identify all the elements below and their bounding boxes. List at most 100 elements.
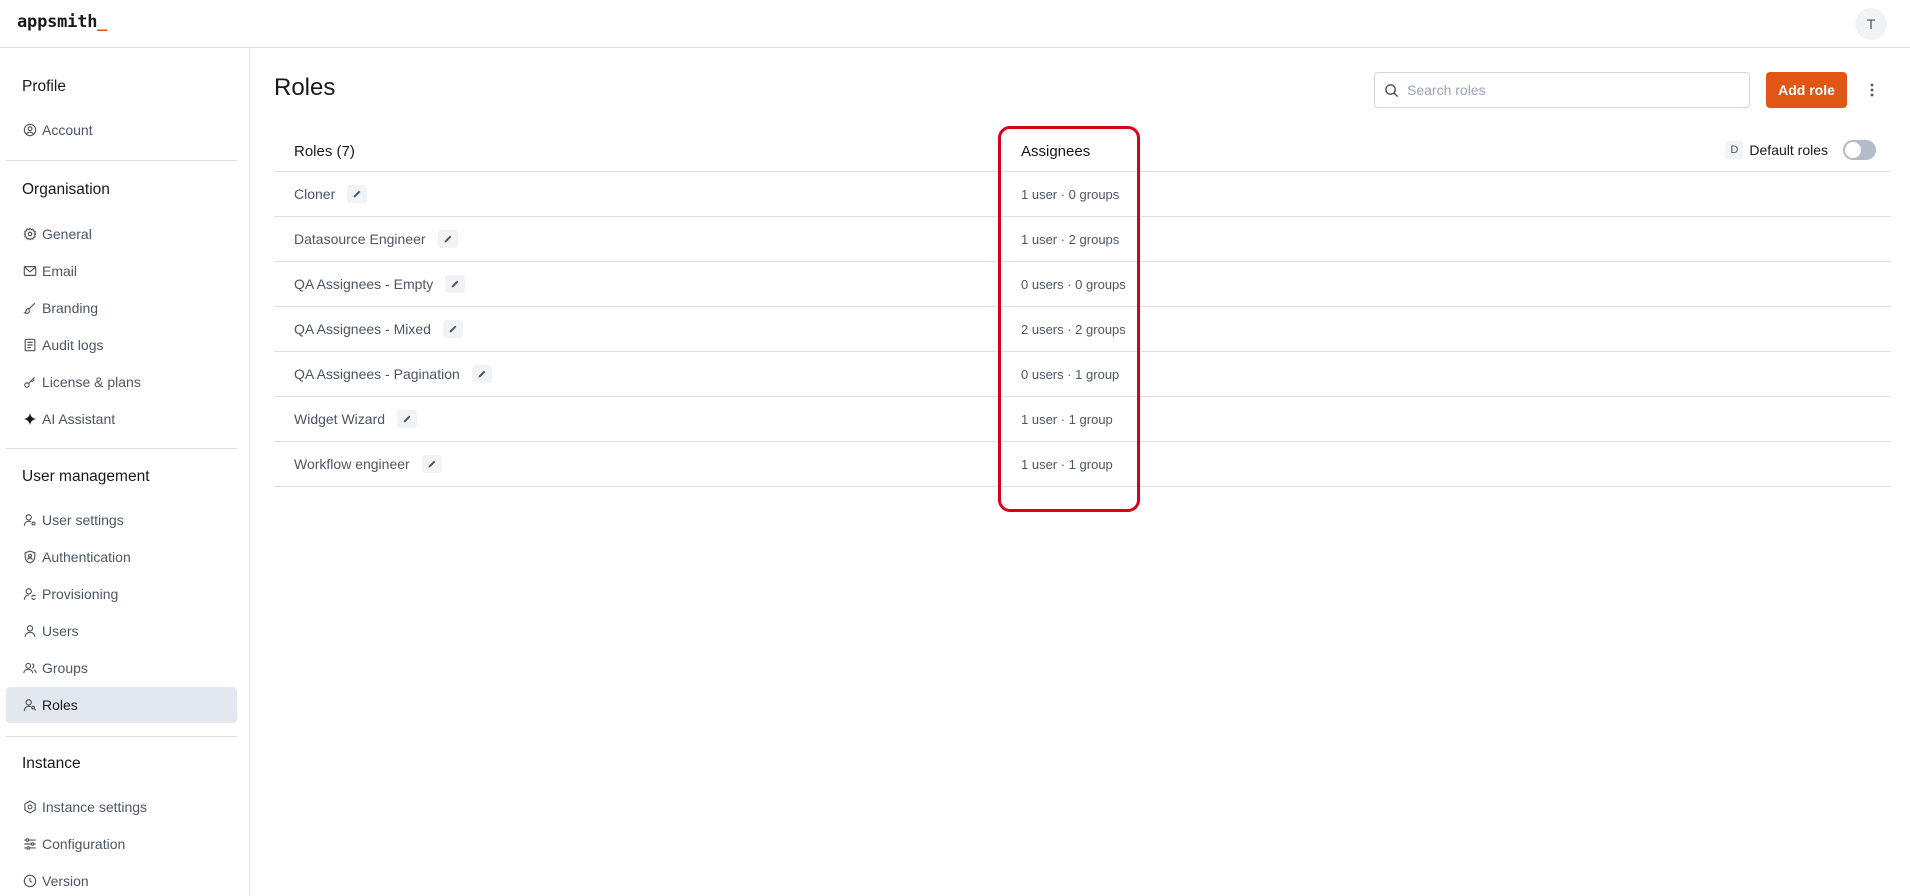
edit-icon[interactable] (347, 185, 368, 204)
table-header: Roles (7) Assignees D Default roles (274, 128, 1891, 172)
assignees-cell: 1 user · 2 groups (1021, 232, 1120, 247)
search-input[interactable] (1407, 82, 1727, 98)
sidebar-item-instance-settings[interactable]: Instance settings (6, 789, 237, 825)
sidebar-item-label: Account (42, 122, 93, 138)
role-name: QA Assignees - Pagination (294, 366, 460, 382)
assignees-cell: 1 user · 1 group (1021, 457, 1113, 472)
default-roles-toggle-group: D Default roles (1725, 140, 1876, 160)
file-list-icon (24, 338, 36, 352)
sidebar-item-authentication[interactable]: Authentication (6, 539, 237, 575)
sidebar-item-label: AI Assistant (42, 411, 116, 427)
sidebar-item-label: Configuration (42, 836, 126, 852)
sidebar-item-label: Email (42, 263, 78, 279)
sidebar-item-label: Branding (42, 300, 99, 316)
table-row[interactable]: Widget Wizard 1 user · 1 group (274, 397, 1891, 442)
section-title-user-management: User management (22, 468, 150, 485)
sidebar-item-label: Audit logs (42, 337, 104, 353)
role-name-cell: QA Assignees - Mixed (294, 320, 463, 339)
divider (6, 160, 237, 161)
sidebar-item-roles[interactable]: Roles (6, 687, 237, 723)
avatar[interactable]: T (1855, 8, 1887, 40)
sidebar-item-label: Version (42, 873, 89, 889)
role-name: Workflow engineer (294, 456, 410, 472)
sidebar-item-groups[interactable]: Groups (6, 650, 237, 686)
clock-icon (23, 874, 37, 888)
sidebar-item-general[interactable]: General (6, 216, 237, 252)
sidebar-item-branding[interactable]: Branding (6, 290, 237, 326)
sidebar-item-label: Roles (42, 697, 78, 713)
roles-table: Roles (7) Assignees D Default roles Clon… (274, 128, 1891, 487)
default-roles-toggle[interactable] (1843, 140, 1876, 160)
sidebar-item-email[interactable]: Email (6, 253, 237, 289)
sidebar-item-ai-assistant[interactable]: AI Assistant (6, 401, 237, 437)
settings-icon (24, 800, 36, 814)
more-options-icon[interactable] (1862, 78, 1882, 102)
role-name: QA Assignees - Empty (294, 276, 434, 292)
table-row[interactable]: Datasource Engineer 1 user · 2 groups (274, 217, 1891, 262)
gear-icon (23, 227, 37, 241)
edit-icon[interactable] (397, 410, 418, 429)
assignees-cell: 1 user · 0 groups (1021, 187, 1120, 202)
sidebar-item-user-settings[interactable]: User settings (6, 502, 237, 538)
role-name: Cloner (294, 186, 336, 202)
sparkle-icon (23, 412, 37, 426)
page-title: Roles (274, 74, 336, 101)
toggle-knob (1845, 142, 1861, 158)
table-row[interactable]: Cloner 1 user · 0 groups (274, 172, 1891, 217)
sidebar-item-label: Users (42, 623, 79, 639)
edit-icon[interactable] (437, 230, 458, 249)
sidebar-item-version[interactable]: Version (6, 863, 237, 896)
section-title-profile: Profile (22, 78, 66, 95)
top-bar: appsmith_ T (0, 0, 1910, 48)
mail-icon (23, 266, 37, 276)
assignees-cell: 1 user · 1 group (1021, 412, 1113, 427)
sidebar-item-label: License & plans (42, 374, 141, 390)
table-row[interactable]: QA Assignees - Mixed 2 users · 2 groups (274, 307, 1891, 352)
role-name-cell: Widget Wizard (294, 410, 418, 429)
user-key-icon (23, 699, 37, 711)
table-row[interactable]: QA Assignees - Pagination 0 users · 1 gr… (274, 352, 1891, 397)
section-title-organisation: Organisation (22, 181, 110, 198)
role-name-cell: QA Assignees - Empty (294, 275, 466, 294)
sidebar-item-configuration[interactable]: Configuration (6, 826, 237, 862)
edit-icon[interactable] (445, 275, 466, 294)
appsmith-logo[interactable]: appsmith_ (17, 12, 108, 32)
sidebar-item-label: User settings (42, 512, 124, 528)
edit-icon[interactable] (471, 365, 492, 384)
table-row[interactable]: Workflow engineer 1 user · 1 group (274, 442, 1891, 487)
sidebar-item-provisioning[interactable]: Provisioning (6, 576, 237, 612)
sidebar-item-users[interactable]: Users (6, 613, 237, 649)
sidebar-item-label: Instance settings (42, 799, 148, 815)
shield-user-icon (24, 550, 36, 564)
assignees-cell: 0 users · 1 group (1021, 367, 1120, 382)
sidebar-item-label: General (42, 226, 92, 242)
sidebar-item-license-plans[interactable]: License & plans (6, 364, 237, 400)
assignees-cell: 0 users · 0 groups (1021, 277, 1126, 292)
edit-icon[interactable] (442, 320, 463, 339)
edit-icon[interactable] (421, 455, 442, 474)
role-name: Datasource Engineer (294, 231, 426, 247)
add-role-button[interactable]: Add role (1766, 72, 1847, 108)
role-name-cell: Datasource Engineer (294, 230, 458, 249)
sidebar-item-label: Groups (42, 660, 88, 676)
sidebar-item-audit-logs[interactable]: Audit logs (6, 327, 237, 363)
sidebar: Profile Account Organisation General Ema… (0, 48, 250, 896)
default-badge: D (1725, 141, 1744, 159)
group-icon (23, 662, 37, 674)
sidebar-item-label: Authentication (42, 549, 131, 565)
roles-column-header: Roles (7) (294, 143, 355, 160)
divider (6, 736, 237, 737)
brush-icon (23, 302, 36, 314)
section-title-instance: Instance (22, 755, 81, 772)
divider (6, 448, 237, 449)
role-name-cell: QA Assignees - Pagination (294, 365, 492, 384)
search-icon (1385, 83, 1399, 97)
sidebar-item-account[interactable]: Account (6, 112, 237, 148)
role-name: Widget Wizard (294, 411, 386, 427)
assignees-cell: 2 users · 2 groups (1021, 322, 1126, 337)
table-row[interactable]: QA Assignees - Empty 0 users · 0 groups (274, 262, 1891, 307)
role-name-cell: Cloner (294, 185, 368, 204)
search-box[interactable] (1374, 72, 1750, 108)
default-roles-label: Default roles (1749, 142, 1828, 158)
account-circle-icon (23, 123, 37, 137)
